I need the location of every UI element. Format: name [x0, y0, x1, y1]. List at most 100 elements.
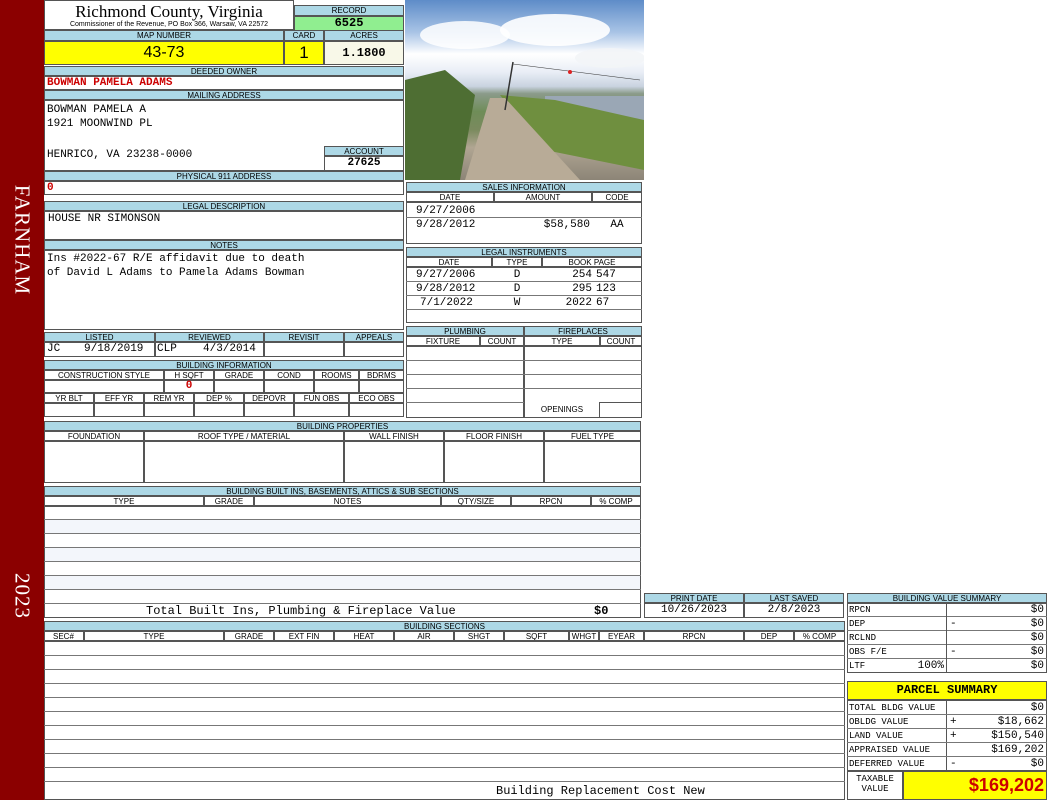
bi-grade: GRADE — [214, 370, 264, 380]
instr-2-date: 9/28/2012 — [416, 283, 476, 295]
instruments-title: LEGAL INSTRUMENTS — [406, 247, 642, 257]
bs-line — [44, 697, 845, 698]
bs-type: TYPE — [84, 631, 224, 641]
land-value-label: LAND VALUE — [849, 731, 904, 741]
fire-divider-3 — [524, 388, 642, 389]
record-number: 6525 — [294, 16, 404, 31]
builtins-col-grade: GRADE — [204, 496, 254, 506]
legal-description: HOUSE NR SIMONSON — [44, 211, 404, 240]
fireplaces-col-count: COUNT — [600, 336, 642, 346]
reviewed-label: REVIEWED — [155, 332, 264, 342]
bs-extfin: EXT FIN — [274, 631, 334, 641]
builtins-row — [45, 548, 640, 562]
bi-hsqft-value: 0 — [164, 380, 214, 393]
taxable-label-1: TAXABLE — [856, 774, 894, 784]
bs-shgt: SHGT — [454, 631, 504, 641]
bvs-rpcn-label: RPCN — [849, 605, 871, 615]
record-label: RECORD — [294, 5, 404, 16]
bvs-ltf-label: LTF — [849, 661, 866, 671]
bi-line — [44, 589, 641, 590]
bp-wall: WALL FINISH — [344, 431, 444, 441]
parcel-col-divider — [946, 700, 947, 771]
sales-title: SALES INFORMATION — [406, 182, 642, 192]
bp-fuel-cell — [544, 441, 641, 483]
acres-value: 1.1800 — [324, 41, 404, 65]
listed-by: JC — [47, 343, 61, 355]
bp-roof-cell — [144, 441, 344, 483]
builtins-row — [45, 520, 640, 534]
parcel-line — [847, 756, 1047, 757]
road-photo-icon — [405, 14, 644, 180]
bs-line — [44, 767, 845, 768]
plumbing-title: PLUMBING — [406, 326, 524, 336]
bi-dep: DEP % — [194, 393, 244, 403]
notes-line-2: of David L Adams to Pamela Adams Bowman — [47, 267, 305, 279]
sales-col-date: DATE — [406, 192, 494, 202]
sale-2-amount: $58,580 — [543, 219, 590, 231]
builtins-col-notes: NOTES — [254, 496, 441, 506]
bvs-title: BUILDING VALUE SUMMARY — [847, 593, 1047, 603]
bi-bdrms-cell — [359, 380, 404, 393]
bi-line — [44, 561, 641, 562]
fireplaces-col-type: TYPE — [524, 336, 600, 346]
legal-description-label: LEGAL DESCRIPTION — [44, 201, 404, 211]
card-label: CARD — [284, 30, 324, 41]
bi-bdrms: BDRMS — [359, 370, 404, 380]
mailing-street: 1921 MOONWIND PL — [47, 118, 153, 130]
district-name: FARNHAM — [10, 184, 35, 296]
replacement-cost-label: Building Replacement Cost New — [496, 784, 705, 798]
parcel-summary-title: PARCEL SUMMARY — [847, 681, 1047, 700]
bvs-obs-label: OBS F/E — [849, 647, 887, 657]
listed-date: 9/18/2019 — [84, 343, 144, 355]
bi-dep-cell — [194, 403, 244, 417]
instr-2-book: 295 — [572, 283, 592, 295]
bp-floor: FLOOR FINISH — [444, 431, 544, 441]
bs-grade: GRADE — [224, 631, 274, 641]
fireplaces-title: FIREPLACES — [524, 326, 642, 336]
map-number: 43-73 — [44, 41, 284, 65]
bi-line — [44, 519, 641, 520]
bi-construction-cell — [44, 380, 164, 393]
instruments-col-type: TYPE — [492, 257, 542, 267]
property-photo — [405, 0, 644, 180]
bvs-obs-value: $0 — [1030, 646, 1044, 658]
account-label: ACCOUNT — [324, 146, 404, 156]
building-info-title: BUILDING INFORMATION — [44, 360, 404, 370]
instruments-col-bookpage: BOOK PAGE — [542, 257, 642, 267]
appeals-box — [344, 342, 404, 357]
bi-yrblt-cell — [44, 403, 94, 417]
bi-ecoobs: ECO OBS — [349, 393, 404, 403]
total-bldg-value: $0 — [1030, 702, 1044, 714]
sections-table — [44, 641, 845, 800]
deeded-owner-label: DEEDED OWNER — [44, 66, 404, 76]
bvs-rclnd-label: RCLND — [849, 633, 877, 643]
obldg-value: $18,662 — [997, 716, 1044, 728]
bs-line — [44, 753, 845, 754]
bi-line — [44, 533, 641, 534]
bs-sqft: SQFT — [504, 631, 569, 641]
building-sections-title: BUILDING SECTIONS — [44, 621, 845, 631]
land-value: $150,540 — [991, 730, 1044, 742]
bi-funobs: FUN OBS — [294, 393, 349, 403]
instr-3-date: 7/1/2022 — [420, 297, 473, 309]
sales-col-amount: AMOUNT — [494, 192, 592, 202]
bs-line — [44, 725, 845, 726]
county-header: Richmond County, Virginia Commissioner o… — [44, 0, 294, 30]
revisit-box — [264, 342, 344, 357]
acres-label: ACRES — [324, 30, 404, 41]
bvs-rclnd-value: $0 — [1030, 632, 1044, 644]
builtins-col-type: TYPE — [44, 496, 204, 506]
bvs-line — [847, 644, 1047, 645]
commissioner-address: Commissioner of the Revenue, PO Box 366,… — [69, 21, 269, 28]
obldg-label: OBLDG VALUE — [849, 717, 909, 727]
bs-line — [44, 669, 845, 670]
notes-label: NOTES — [44, 240, 404, 250]
sales-divider — [406, 217, 642, 218]
parcel-line — [847, 742, 1047, 743]
bi-ecoobs-cell — [349, 403, 404, 417]
bp-floor-cell — [444, 441, 544, 483]
bp-wall-cell — [344, 441, 444, 483]
bp-foundation-cell — [44, 441, 144, 483]
bvs-line — [847, 630, 1047, 631]
print-date: 10/26/2023 — [644, 603, 744, 618]
